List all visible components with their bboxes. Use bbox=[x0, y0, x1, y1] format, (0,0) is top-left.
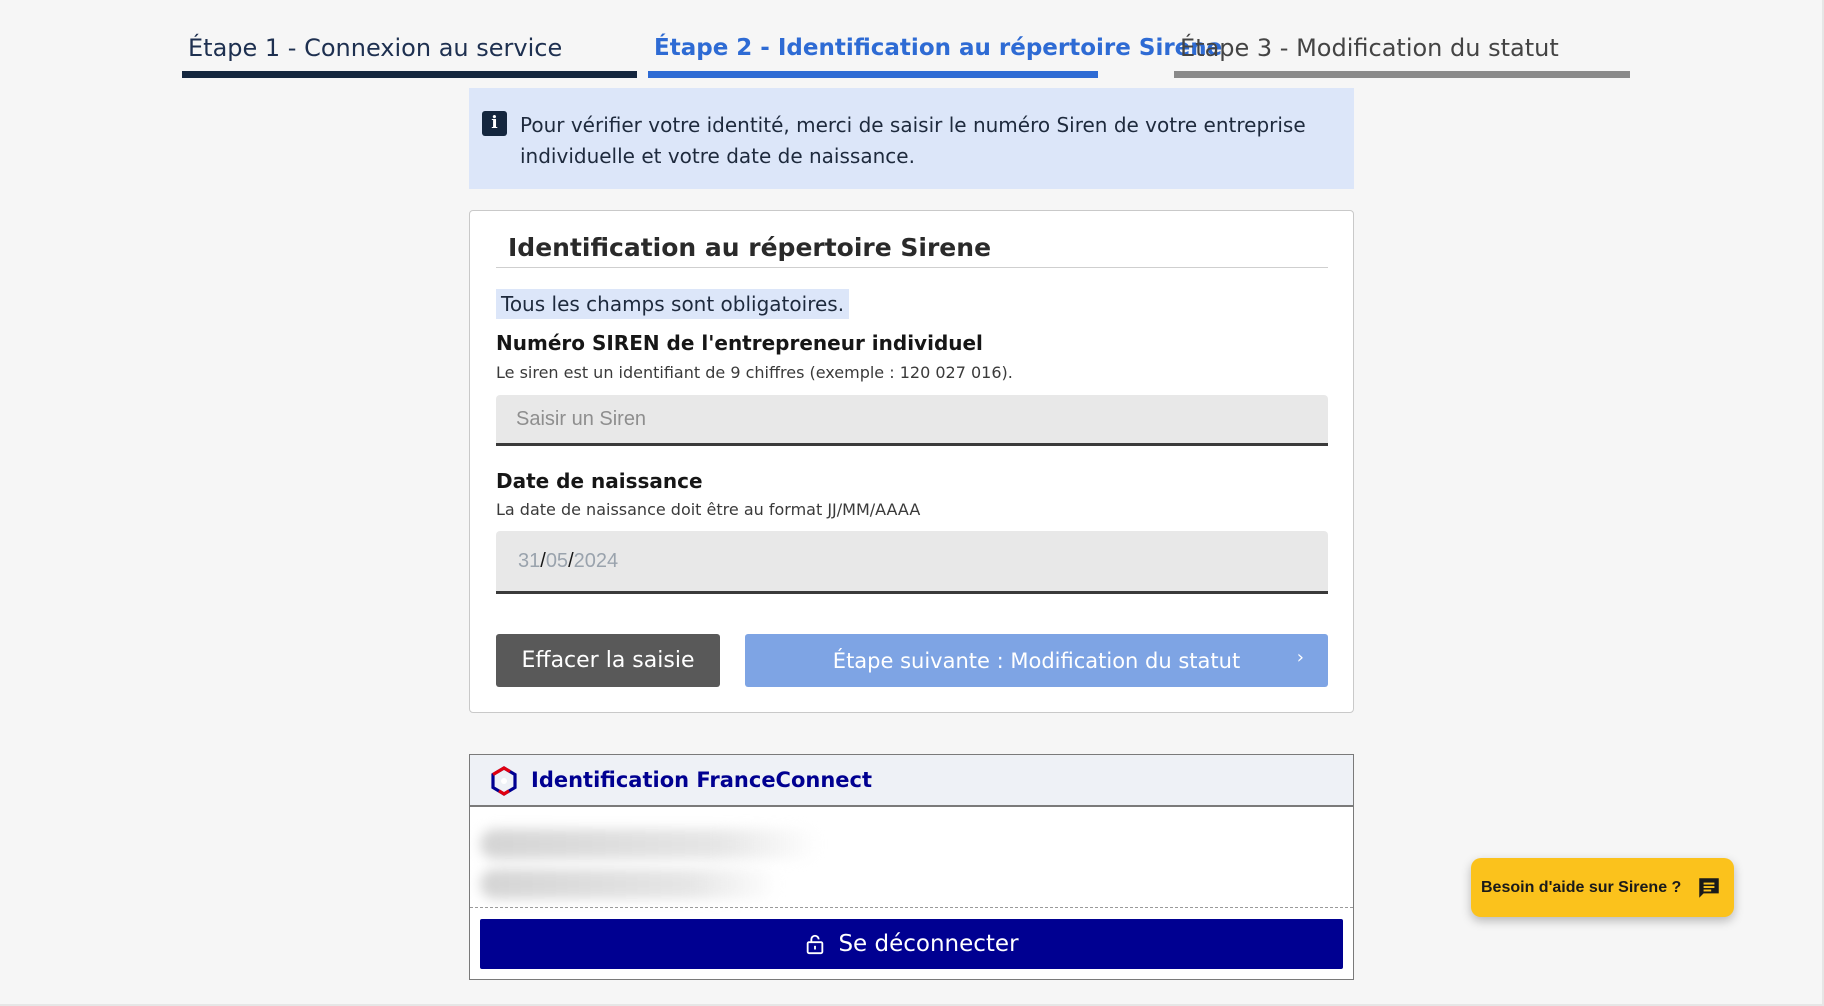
birthdate-hint: La date de naissance doit être au format… bbox=[496, 500, 921, 519]
stepper: Étape 1 - Connexion au service Étape 2 -… bbox=[182, 28, 1630, 78]
blurred-user-info bbox=[480, 869, 780, 899]
form-title: Identification au répertoire Sirene bbox=[508, 233, 992, 262]
chat-icon bbox=[1699, 878, 1719, 898]
divider bbox=[470, 907, 1353, 908]
franceconnect-title: Identification FranceConnect bbox=[531, 768, 873, 792]
info-alert-text: Pour vérifier votre identité, merci de s… bbox=[520, 113, 1306, 168]
siren-input[interactable] bbox=[496, 395, 1328, 446]
step-1: Étape 1 - Connexion au service bbox=[182, 28, 637, 78]
info-icon: i bbox=[482, 111, 507, 136]
birthdate-label: Date de naissance bbox=[496, 469, 703, 493]
franceconnect-header: Identification FranceConnect bbox=[470, 755, 1353, 807]
step-3-bar bbox=[1174, 71, 1630, 78]
step-1-label: Étape 1 - Connexion au service bbox=[188, 34, 563, 62]
birthdate-day[interactable]: 31 bbox=[518, 550, 540, 572]
clear-button[interactable]: Effacer la saisie bbox=[496, 634, 720, 687]
step-3: Étape 3 - Modification du statut bbox=[1174, 28, 1630, 78]
franceconnect-logo-icon bbox=[491, 766, 517, 796]
lock-open-icon bbox=[807, 934, 824, 955]
next-step-label: Étape suivante : Modification du statut bbox=[832, 648, 1241, 673]
birthdate-month[interactable]: 05 bbox=[546, 550, 568, 572]
step-1-bar bbox=[182, 71, 637, 78]
siren-hint: Le siren est un identifiant de 9 chiffre… bbox=[496, 363, 1013, 382]
help-label: Besoin d'aide sur Sirene ? bbox=[1481, 878, 1682, 896]
chevron-right-icon: › bbox=[1296, 647, 1304, 668]
sirene-identification-form: Identification au répertoire Sirene Tous… bbox=[469, 210, 1354, 713]
step-2-label: Étape 2 - Identification au répertoire S… bbox=[654, 35, 1223, 61]
next-step-button[interactable]: Étape suivante : Modification du statut … bbox=[745, 634, 1328, 687]
logout-label: Se déconnecter bbox=[838, 931, 1019, 957]
step-3-label: Étape 3 - Modification du statut bbox=[1180, 34, 1559, 62]
birthdate-year[interactable]: 2024 bbox=[574, 550, 619, 572]
required-fields-note: Tous les champs sont obligatoires. bbox=[496, 289, 850, 319]
help-button[interactable]: Besoin d'aide sur Sirene ? bbox=[1471, 858, 1734, 917]
page: Étape 1 - Connexion au service Étape 2 -… bbox=[0, 0, 1824, 1006]
birthdate-input[interactable]: 31/05/2024 bbox=[496, 531, 1328, 594]
step-2: Étape 2 - Identification au répertoire S… bbox=[648, 28, 1223, 78]
franceconnect-panel: Identification FranceConnect Se déconnec… bbox=[469, 754, 1354, 980]
siren-label: Numéro SIREN de l'entrepreneur individue… bbox=[496, 331, 983, 355]
title-divider bbox=[496, 267, 1328, 268]
blurred-user-info bbox=[480, 829, 820, 859]
info-alert: i Pour vérifier votre identité, merci de… bbox=[469, 88, 1354, 189]
logout-button[interactable]: Se déconnecter bbox=[480, 919, 1343, 969]
step-2-bar bbox=[648, 71, 1098, 78]
